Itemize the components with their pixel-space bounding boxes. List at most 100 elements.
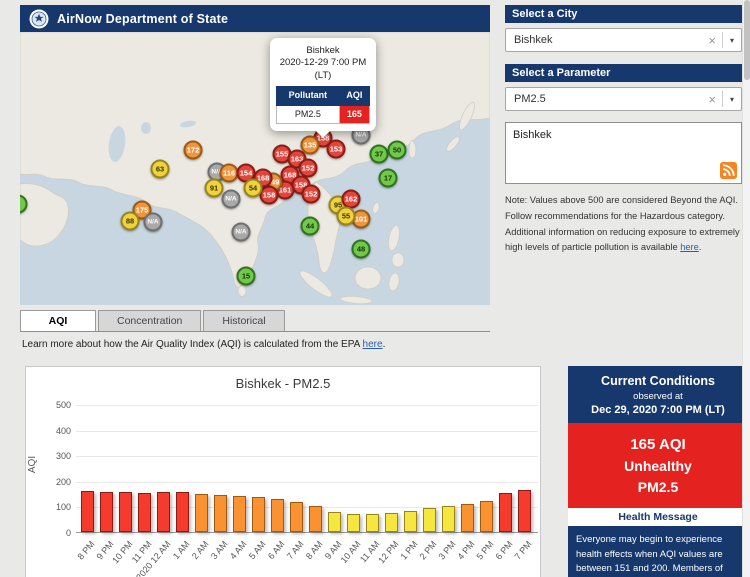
note-prefix: Note: Values above 500 are considered Be… (505, 195, 740, 253)
gridline (76, 405, 538, 406)
health-message-header: Health Message (568, 508, 748, 526)
tab-aqi[interactable]: AQI (20, 310, 96, 331)
chart-bar[interactable] (138, 492, 151, 532)
x-tick-label: 10 PM (110, 539, 135, 566)
x-tick-label: 6 AM (265, 539, 287, 562)
x-tick-label: 8 PM (75, 539, 97, 562)
popup-lt: (LT) (314, 69, 332, 81)
map-marker[interactable]: N/A (143, 212, 163, 232)
chart-bar[interactable] (499, 493, 512, 532)
parameter-select[interactable]: PM2.5 × ▾ (505, 87, 742, 111)
map-marker[interactable]: 15 (236, 266, 256, 286)
current-conditions-header: Current Conditions observed at Dec 29, 2… (568, 366, 748, 423)
map-background[interactable] (20, 32, 490, 305)
map-marker[interactable]: N/A (221, 189, 241, 209)
current-conditions-panel: Current Conditions observed at Dec 29, 2… (568, 366, 748, 577)
x-tick-label: 3 AM (208, 539, 230, 562)
vertical-scrollbar[interactable] (742, 0, 750, 577)
learn-more-text: Learn more about how the Air Quality Ind… (22, 339, 385, 350)
chart-bar[interactable] (214, 494, 227, 532)
aqi-chart: Bishkek - PM2.5 AQI 0 100 200 300 400 500 8 PM… (25, 366, 541, 577)
map-marker[interactable]: 153 (326, 139, 346, 159)
chevron-down-icon[interactable]: ▾ (723, 36, 741, 45)
chart-bar[interactable] (347, 513, 360, 532)
city-select[interactable]: Bishkek × ▾ (505, 28, 742, 52)
chart-bar[interactable] (328, 511, 341, 532)
chart-bar[interactable] (442, 506, 455, 532)
map-marker[interactable]: N/A (231, 222, 251, 242)
tab-concentration[interactable]: Concentration (98, 310, 202, 331)
x-tick-label: 5 PM (474, 539, 496, 562)
map-marker[interactable]: 17 (378, 168, 398, 188)
x-tick-label: 2 AM (189, 539, 211, 562)
epa-link[interactable]: here (363, 339, 383, 350)
x-tick-label: 4 AM (227, 539, 249, 562)
chart-bar[interactable] (100, 491, 113, 532)
chart-bar[interactable] (233, 496, 246, 532)
map-popup: Bishkek 2020-12-29 7:00 PM (LT) Pollutan… (270, 38, 376, 139)
chart-bar[interactable] (518, 489, 531, 532)
select-parameter-header: Select a Parameter (505, 64, 742, 82)
clear-icon[interactable]: × (702, 33, 722, 48)
chart-plot: 0 100 200 300 400 500 8 PM 9 PM 10 PM 11 PM Dec 29… (56, 400, 538, 577)
select-city-header: Select a City (505, 5, 742, 23)
chart-bar[interactable] (404, 510, 417, 532)
map-marker[interactable]: 48 (351, 239, 371, 259)
gridline (76, 481, 538, 483)
map-marker[interactable]: 50 (387, 140, 407, 160)
observed-datetime: Dec 29, 2020 7:00 PM (LT) (591, 404, 725, 416)
chart-bar[interactable] (309, 505, 322, 532)
chart-bar[interactable] (195, 494, 208, 532)
map-marker[interactable]: 44 (300, 216, 320, 236)
popup-pollutant-value: PM2.5 (276, 104, 340, 125)
x-tick-label: 1 AM (170, 539, 192, 562)
map-marker[interactable]: 55 (336, 206, 356, 226)
chart-bar[interactable] (252, 497, 265, 532)
map-marker[interactable]: 54 (243, 178, 263, 198)
map-marker[interactable]: 152 (301, 184, 321, 204)
chart-bar[interactable] (119, 492, 132, 532)
city-select-value: Bishkek (514, 34, 553, 46)
x-tick-label: 7 AM (284, 539, 306, 562)
popup-city: Bishkek (306, 45, 340, 56)
chart-bar[interactable] (271, 499, 284, 532)
note-link[interactable]: here (680, 242, 699, 252)
chart-bar[interactable] (81, 490, 94, 532)
page-title: AirNow Department of State (57, 11, 229, 26)
x-tick-label: 10 AM (338, 539, 363, 565)
y-tick-label: 400 (55, 425, 71, 436)
note-suffix: . (698, 242, 702, 253)
map-marker[interactable]: 63 (150, 159, 170, 179)
rss-icon[interactable] (720, 162, 737, 179)
current-aqi-category: Unhealthy (624, 458, 692, 474)
app-header: AirNow Department of State (20, 5, 490, 32)
chart-bar[interactable] (385, 512, 398, 532)
current-aqi-box: 165 AQI Unhealthy PM2.5 (568, 423, 748, 508)
chart-bar[interactable] (366, 514, 379, 532)
map-marker[interactable]: 88 (120, 211, 140, 231)
tab-historical[interactable]: Historical (203, 310, 285, 331)
map-marker[interactable]: 172 (183, 140, 203, 160)
x-tick-label: 5 AM (246, 539, 268, 562)
scrollbar-thumb[interactable] (744, 0, 750, 80)
learn-more-suffix: . (382, 339, 386, 350)
y-tick-label: 300 (55, 451, 71, 462)
view-tabs: AQI Concentration Historical (20, 310, 490, 332)
clear-icon[interactable]: × (702, 92, 722, 107)
chart-bar[interactable] (423, 508, 436, 532)
feed-box: Bishkek (505, 122, 742, 184)
chart-bar[interactable] (157, 491, 170, 532)
chevron-down-icon[interactable]: ▾ (723, 95, 741, 104)
parameter-select-value: PM2.5 (514, 93, 546, 105)
note-text: Note: Values above 500 are considered Be… (505, 193, 742, 256)
map-marker[interactable]: 91 (204, 178, 224, 198)
gridline (76, 430, 538, 432)
chart-bar[interactable] (480, 501, 493, 532)
learn-more-prefix: Learn more about how the Air Quality Ind… (22, 339, 363, 350)
chart-bar[interactable] (176, 492, 189, 532)
chart-bar[interactable] (461, 503, 474, 532)
map-marker[interactable]: 37 (369, 144, 389, 164)
current-pollutant: PM2.5 (637, 479, 679, 495)
chart-bar[interactable] (290, 501, 303, 532)
aqi-map[interactable]: 17263N/A37501715815313515516315216815816… (20, 32, 490, 305)
